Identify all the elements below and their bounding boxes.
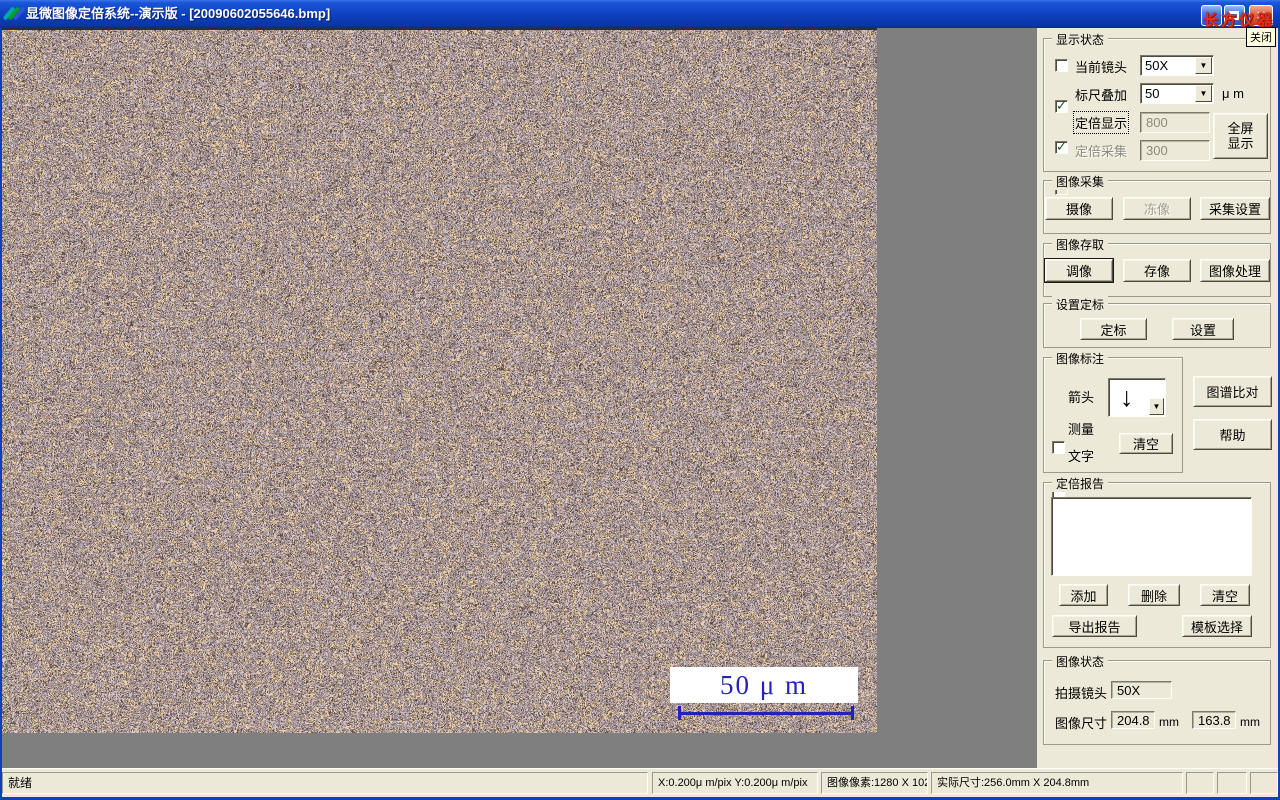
chevron-down-icon[interactable]: ▼ (1195, 85, 1212, 102)
fixed-display-field: 800 (1140, 112, 1210, 133)
group-calibration: 设置 定标 (1043, 296, 1271, 348)
arrow-down-icon: ↓ (1120, 382, 1134, 412)
status-image-pixels: 图像像素:1280 X 1024 (821, 772, 928, 794)
window-border-left (0, 28, 2, 797)
arrow-label: 箭头 (1068, 390, 1095, 405)
fixed-capture-label: 定倍采集 (1075, 144, 1128, 159)
ruler-value: 50 (1145, 86, 1160, 101)
current-lens-label: 当前镜头 (1075, 60, 1128, 75)
freeze-button: 冻像 (1123, 197, 1191, 220)
micrograph-texture (2, 30, 877, 733)
fixed-capture-field: 300 (1140, 140, 1210, 161)
arrow-checkbox[interactable] (1052, 441, 1065, 454)
scalebar-label: 50 μ m (720, 670, 808, 700)
chevron-down-icon[interactable]: ▼ (1195, 57, 1212, 74)
scalebar-tick-right (851, 706, 854, 720)
group-image-status: 图像状态 (1043, 653, 1271, 745)
group-capture-title: 图像采集 (1052, 173, 1109, 190)
shoot-button[interactable]: 摄像 (1045, 197, 1113, 220)
current-lens-checkbox[interactable] (1055, 59, 1068, 72)
group-report-title: 定倍报告 (1052, 475, 1109, 492)
status-bar: 就绪 X:0.200μ m/pix Y:0.200μ m/pix 图像像素:12… (0, 768, 1280, 797)
shoot-lens-label: 拍摄镜头 (1055, 686, 1108, 701)
report-listbox[interactable] (1051, 497, 1252, 576)
check-icon: ✓ (1056, 98, 1067, 113)
status-pane-extra-3 (1250, 772, 1278, 794)
annotation-clear-button[interactable]: 清空 (1119, 433, 1173, 454)
current-lens-select[interactable]: 50X ▼ (1140, 55, 1214, 76)
measure-label: 测量 (1068, 422, 1095, 437)
atlas-compare-button[interactable]: 图谱比对 (1193, 376, 1272, 407)
fullscreen-button[interactable]: 全屏 显示 (1213, 113, 1268, 159)
image-process-button[interactable]: 图像处理 (1200, 259, 1270, 282)
scalebar-tick-left (678, 706, 681, 720)
group-image-status-title: 图像状态 (1052, 653, 1109, 670)
load-image-button[interactable]: 调像 (1045, 259, 1113, 282)
ruler-overlay-label: 标尺叠加 (1075, 88, 1128, 103)
ruler-unit-label: μ m (1222, 86, 1244, 101)
image-size-label: 图像尺寸 (1055, 716, 1108, 731)
report-delete-button[interactable]: 删除 (1128, 584, 1180, 606)
micrograph-image[interactable]: 50 μ m (2, 30, 877, 733)
scalebar-label-box: 50 μ m (670, 667, 858, 703)
fixed-display-label: 定倍显示 (1072, 111, 1130, 134)
title-bar: 显微图像定倍系统--演示版 - [20090602055646.bmp] × (0, 0, 1280, 28)
image-height-field: 163.8 (1192, 711, 1236, 729)
group-display-status-title: 显示状态 (1052, 31, 1109, 48)
status-actual-size: 实际尺寸:256.0mm X 204.8mm (931, 772, 1183, 794)
scalebar-line (678, 712, 854, 715)
status-pixel-scale: X:0.200μ m/pix Y:0.200μ m/pix (652, 772, 818, 794)
group-calibration-title: 设置定标 (1052, 296, 1109, 313)
calibration-settings-button[interactable]: 设置 (1172, 318, 1234, 340)
app-icon (2, 6, 26, 22)
ruler-value-select[interactable]: 50 ▼ (1140, 83, 1214, 104)
window-title: 显微图像定倍系统--演示版 - [20090602055646.bmp] (26, 6, 331, 21)
group-storage-title: 图像存取 (1052, 236, 1109, 253)
image-height-unit: mm (1240, 715, 1260, 729)
current-lens-value: 50X (1145, 58, 1169, 73)
image-width-unit: mm (1159, 715, 1179, 729)
control-panel: 显示状态 当前镜头 50X ▼ ✓ 标尺叠加 50 ▼ μ m ✓ 定倍显示 8… (1037, 28, 1278, 768)
export-report-button[interactable]: 导出报告 (1052, 615, 1137, 637)
shoot-lens-field: 50X (1111, 681, 1172, 699)
check-icon: ✓ (1056, 139, 1067, 154)
ruler-overlay-checkbox[interactable]: ✓ (1055, 98, 1068, 113)
status-pane-extra-1 (1186, 772, 1214, 794)
fixed-display-checkbox[interactable]: ✓ (1055, 139, 1068, 154)
help-button[interactable]: 帮助 (1193, 419, 1272, 450)
template-select-button[interactable]: 模板选择 (1182, 615, 1252, 637)
group-annotation-title: 图像标注 (1052, 350, 1109, 367)
capture-settings-button[interactable]: 采集设置 (1200, 197, 1270, 220)
arrow-style-select[interactable]: ↓ ▼ (1108, 378, 1166, 417)
text-label: 文字 (1068, 449, 1095, 464)
status-pane-extra-2 (1217, 772, 1247, 794)
chevron-down-icon[interactable]: ▼ (1149, 398, 1164, 415)
status-ready: 就绪 (2, 772, 648, 794)
app-window: 显微图像定倍系统--演示版 - [20090602055646.bmp] × 长… (0, 0, 1280, 800)
report-add-button[interactable]: 添加 (1059, 584, 1108, 606)
close-tooltip: 关闭 (1246, 27, 1276, 47)
save-image-button[interactable]: 存像 (1123, 259, 1191, 282)
calibrate-button[interactable]: 定标 (1080, 318, 1147, 340)
image-width-field: 204.8 (1111, 711, 1155, 729)
report-clear-button[interactable]: 清空 (1200, 584, 1250, 606)
